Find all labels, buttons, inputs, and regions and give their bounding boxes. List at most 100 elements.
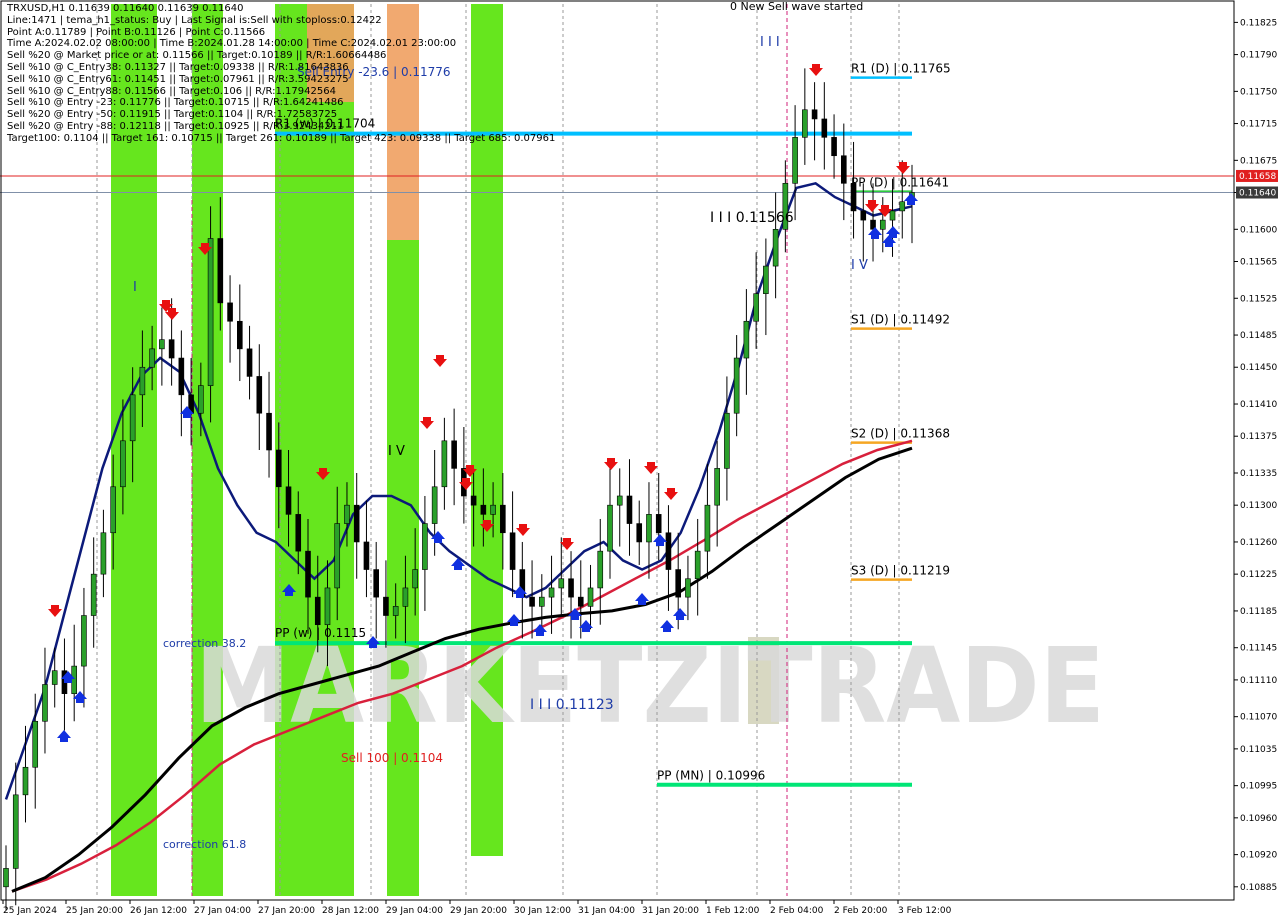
price-tick-label: 0.11145 xyxy=(1240,644,1277,654)
price-tick-label: 0.11600 xyxy=(1240,225,1277,235)
candle-body xyxy=(889,210,896,221)
time-tick-label: 2 Feb 20:00 xyxy=(834,906,888,916)
candle-body xyxy=(733,357,740,414)
candle-body xyxy=(237,320,243,350)
candle-body xyxy=(694,550,701,580)
time-tick-label: 3 Feb 12:00 xyxy=(898,906,952,916)
price-tick-label: 0.10920 xyxy=(1240,851,1277,861)
zone xyxy=(192,4,223,896)
zone xyxy=(307,4,354,102)
candle-body xyxy=(207,238,214,386)
price-tick-label: 0.11260 xyxy=(1240,538,1277,548)
candle-body xyxy=(509,532,516,570)
candle-body xyxy=(714,468,720,506)
candle-body xyxy=(548,587,555,598)
time-tick-label: 28 Jan 12:00 xyxy=(322,906,379,916)
time-tick-label: 27 Jan 04:00 xyxy=(194,906,251,916)
candle-body xyxy=(412,569,418,589)
candle-body xyxy=(256,376,263,414)
candle-body xyxy=(392,606,399,616)
time-tick-label: 25 Jan 2024 xyxy=(3,906,57,916)
price-tick-label: 0.11335 xyxy=(1240,469,1277,479)
candle-body xyxy=(441,440,448,488)
price-chart[interactable]: MARKETZITRADE R1 (D) | 0.11765PP (D) | 0… xyxy=(0,0,1280,920)
candle-body xyxy=(100,532,107,575)
price-tick-label: 0.11035 xyxy=(1240,745,1277,755)
time-tick-label: 29 Jan 04:00 xyxy=(386,906,443,916)
candle-body xyxy=(646,514,652,543)
candle-body xyxy=(217,238,224,304)
candle-body xyxy=(607,504,613,552)
candle-body xyxy=(879,219,886,230)
candle-body xyxy=(685,578,691,598)
time-tick-label: 30 Jan 12:00 xyxy=(514,906,571,916)
candle-body xyxy=(198,385,204,414)
candle-body xyxy=(899,201,906,212)
price-tick-label: 0.11450 xyxy=(1240,363,1277,373)
candle-body xyxy=(724,412,730,469)
candle-body xyxy=(3,868,9,888)
candle-body xyxy=(743,320,750,359)
time-tick-label: 31 Jan 04:00 xyxy=(578,906,635,916)
candle-body xyxy=(792,137,798,184)
candle-body xyxy=(22,766,29,796)
candle-body xyxy=(753,293,759,322)
price-tick-label: 0.11825 xyxy=(1240,18,1277,28)
candle-body xyxy=(12,794,19,869)
annotation-wave-iii-mark: I I I xyxy=(760,35,780,50)
candle-body xyxy=(665,532,672,570)
candle-body xyxy=(431,486,438,524)
candle-body xyxy=(539,596,545,607)
candle-body xyxy=(373,569,379,598)
candle-body xyxy=(353,504,360,543)
candle-body xyxy=(568,578,574,598)
candle-body xyxy=(490,504,496,515)
candle-body xyxy=(451,440,457,469)
candle-body xyxy=(159,339,165,350)
candle-body xyxy=(227,302,233,322)
time-tick-label: 2 Feb 04:00 xyxy=(770,906,824,916)
candle-body xyxy=(831,137,837,157)
candle-body xyxy=(558,578,565,589)
annotation-wave-iv-left: I V xyxy=(388,444,405,459)
pivot-level-label: S1 (D) | 0.11492 xyxy=(851,313,950,327)
price-tick-label: 0.11225 xyxy=(1240,570,1277,580)
zone xyxy=(111,4,157,896)
price-tick-label: 0.10995 xyxy=(1240,782,1277,792)
price-tick-label: 0.11300 xyxy=(1240,501,1277,511)
candle-body xyxy=(334,523,341,589)
candle-body xyxy=(178,357,185,396)
candle-body xyxy=(90,573,97,616)
candle-body xyxy=(344,504,350,524)
candle-body xyxy=(422,523,428,570)
price-label-text: 0.11658 xyxy=(1239,172,1276,182)
candle-body xyxy=(480,504,487,515)
candle-body xyxy=(71,665,77,694)
candle-body xyxy=(383,596,389,616)
time-tick-label: 25 Jan 20:00 xyxy=(66,906,123,916)
annotation-wave-iii-bottom: I I I 0.11123 xyxy=(530,697,614,713)
time-tick-label: 1 Feb 12:00 xyxy=(706,906,760,916)
pivot-level-label: PP (D) | 0.11641 xyxy=(851,176,949,190)
annotation-wave-iii-top: I I I 0.11566 xyxy=(710,210,794,226)
candle-body xyxy=(168,339,175,359)
price-tick-label: 0.10960 xyxy=(1240,814,1277,824)
zone xyxy=(387,240,419,896)
price-tick-label: 0.11750 xyxy=(1240,87,1277,97)
pivot-level-label: S2 (D) | 0.11368 xyxy=(851,427,950,441)
candle-body xyxy=(402,587,409,607)
annotation-wave-iv-right: I V xyxy=(851,258,868,273)
candle-body xyxy=(626,495,633,524)
weekly-level-label: R1 (w) | 0.11704 xyxy=(275,117,375,131)
pivot-level-label: PP (MN) | 0.10996 xyxy=(657,769,765,783)
price-tick-label: 0.11110 xyxy=(1240,676,1277,686)
candle-body xyxy=(636,523,643,543)
candle-body xyxy=(295,514,302,552)
candle-body xyxy=(763,265,769,294)
candle-body xyxy=(470,495,477,506)
candle-body xyxy=(129,394,136,442)
annotation-correction-38: correction 38.2 xyxy=(163,637,246,650)
candle-body xyxy=(314,596,321,626)
weekly-level-label: PP (w) | 0.1115 xyxy=(275,626,366,640)
candle-body xyxy=(675,569,681,598)
